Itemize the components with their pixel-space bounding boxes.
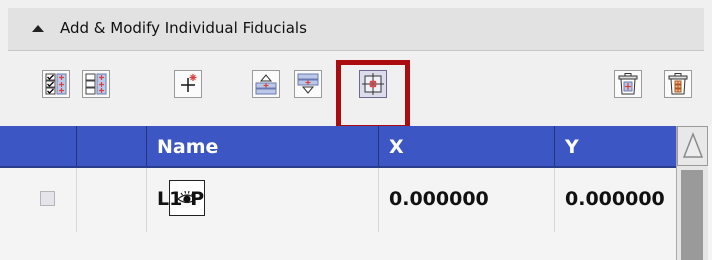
delete-all-icon: [668, 73, 688, 95]
fiducial-y: 0.000000: [565, 188, 665, 210]
panel-header[interactable]: Add & Modify Individual Fiducials: [8, 8, 704, 51]
column-header-y[interactable]: Y: [554, 126, 676, 166]
vertical-scrollbar[interactable]: [676, 126, 708, 260]
row-x-cell[interactable]: 0.000000: [378, 168, 554, 232]
fiducial-toolbar: [0, 60, 712, 130]
scroll-thumb[interactable]: [681, 170, 703, 260]
add-fiducial-button[interactable]: [174, 70, 202, 98]
move-up-icon: [255, 74, 277, 95]
center-on-fiducial-icon: [362, 73, 384, 95]
row-checkbox[interactable]: [40, 191, 55, 206]
move-down-icon: [297, 73, 319, 94]
deselect-all-button[interactable]: [82, 70, 110, 98]
move-up-button[interactable]: [252, 70, 280, 98]
scroll-up-button[interactable]: [677, 126, 708, 166]
add-fiducial-icon: [181, 74, 197, 92]
row-y-cell[interactable]: 0.000000: [554, 168, 676, 232]
delete-all-button[interactable]: [664, 70, 692, 98]
deselect-all-icon: [85, 73, 107, 95]
delete-selected-button[interactable]: [614, 70, 642, 98]
fiducial-name: L1-P: [157, 188, 205, 210]
fiducial-x: 0.000000: [389, 188, 489, 210]
row-visible-cell: [76, 168, 205, 232]
delete-selected-icon: [618, 73, 638, 95]
panel-title: Add & Modify Individual Fiducials: [60, 19, 307, 37]
center-on-fiducial-button[interactable]: [359, 70, 387, 98]
table-header: Name X Y: [0, 126, 676, 168]
select-all-icon: [45, 73, 67, 95]
column-header-visible[interactable]: [76, 126, 146, 166]
row-select-cell: [0, 168, 76, 232]
column-header-x[interactable]: X: [378, 126, 554, 166]
row-name-cell[interactable]: L1-P: [146, 168, 378, 232]
select-all-button[interactable]: [42, 70, 70, 98]
fiducials-table: Name X Y L1-P 0.000000 0.000000: [0, 126, 712, 260]
table-row[interactable]: L1-P 0.000000 0.000000: [0, 168, 676, 232]
scroll-up-arrow-icon: [682, 131, 704, 158]
column-header-name[interactable]: Name: [146, 126, 378, 166]
move-down-button[interactable]: [294, 70, 322, 98]
column-header-select[interactable]: [0, 126, 76, 166]
triangle-up-icon[interactable]: [28, 18, 48, 38]
